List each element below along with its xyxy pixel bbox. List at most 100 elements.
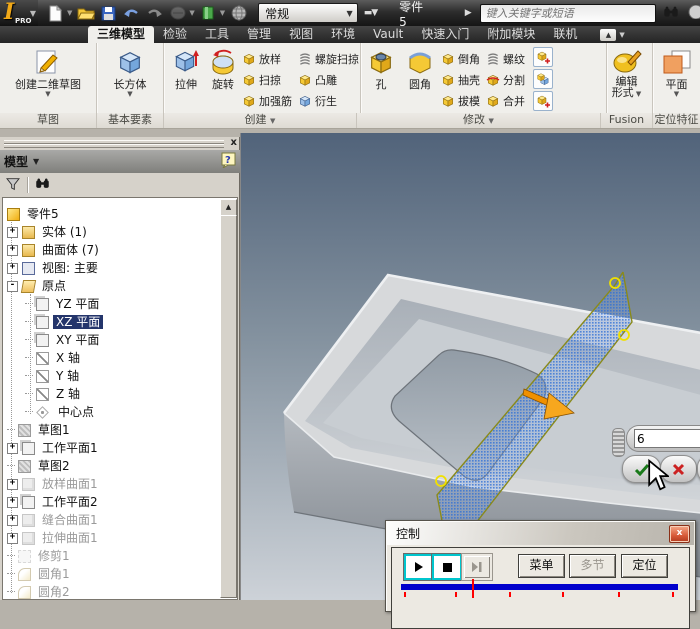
tab-环境[interactable]: 环境 — [322, 26, 364, 43]
split-button[interactable]: 分割 — [486, 69, 525, 90]
scroll-thumb[interactable] — [220, 215, 237, 598]
tree-item-修剪1[interactable]: 修剪1 — [3, 547, 237, 565]
expand-icon[interactable]: + — [7, 443, 18, 454]
tab-视图[interactable]: 视图 — [280, 26, 322, 43]
hole-button[interactable]: 孔 — [363, 43, 399, 113]
tree-item-草图1[interactable]: 草图1 — [3, 421, 237, 439]
tree-item-实体 (1)[interactable]: + 实体 (1) — [3, 223, 237, 241]
panel-label-modify[interactable]: 修改 ▼ — [357, 113, 601, 128]
tree-item-label[interactable]: 实体 (1) — [39, 225, 90, 239]
search-input[interactable] — [480, 4, 656, 23]
tree-item-中心点[interactable]: 中心点 — [3, 403, 237, 421]
copy-object-button[interactable] — [533, 69, 553, 89]
box-primitive-button[interactable]: 长方体 ▼ — [97, 43, 163, 113]
control-dialog-close-button[interactable]: x — [669, 525, 690, 543]
tab-工具[interactable]: 工具 — [196, 26, 238, 43]
scroll-up-button[interactable]: ▲ — [220, 199, 237, 216]
tree-item-草图2[interactable]: 草图2 — [3, 457, 237, 475]
timeline-bar[interactable] — [401, 584, 678, 590]
tree-item-label[interactable]: Z 轴 — [53, 387, 83, 401]
tree-item-拉伸曲面1[interactable]: +拉伸曲面1 — [3, 529, 237, 547]
print-button[interactable] — [168, 4, 187, 23]
tab-管理[interactable]: 管理 — [238, 26, 280, 43]
tree-item-零件5[interactable]: 零件5 — [3, 205, 237, 223]
tree-item-label[interactable]: 草图1 — [35, 423, 73, 437]
control-dialog[interactable]: 控制 x 菜单 多节 定位 — [385, 520, 696, 612]
tree-item-label[interactable]: XY 平面 — [53, 333, 102, 347]
tree-item-缝合曲面1[interactable]: + 缝合曲面1 — [3, 511, 237, 529]
tab-快速入门[interactable]: 快速入门 — [412, 26, 478, 43]
panel-label-sketch[interactable]: 草图 — [0, 113, 97, 128]
expand-icon[interactable]: + — [7, 497, 18, 508]
multinode-button[interactable]: 多节 — [569, 554, 616, 578]
move-face-button[interactable] — [533, 91, 553, 111]
help-sphere-icon[interactable] — [686, 5, 700, 22]
tree-item-label[interactable]: XZ 平面 — [53, 315, 103, 329]
shell-button[interactable]: 抽壳 — [441, 69, 480, 90]
tab-Vault[interactable]: Vault — [364, 26, 412, 43]
material-sphere-icon[interactable] — [229, 4, 248, 23]
tree-item-label[interactable]: 零件5 — [24, 207, 62, 221]
new-document-button[interactable] — [46, 4, 65, 23]
appearance-combo[interactable]: 常规 ▼ — [258, 3, 358, 23]
coil-button[interactable]: 螺旋扫掠 — [298, 48, 359, 69]
expand-icon[interactable]: + — [7, 227, 18, 238]
expand-icon[interactable]: + — [7, 479, 18, 490]
play-button[interactable] — [404, 554, 434, 580]
offset-value-input[interactable] — [634, 429, 700, 448]
timeline-cursor[interactable] — [472, 579, 474, 598]
tree-item-label[interactable]: 修剪1 — [35, 549, 73, 563]
tree-item-label[interactable]: 原点 — [39, 279, 69, 293]
tree-item-label[interactable]: 中心点 — [55, 405, 97, 419]
tree-scrollbar[interactable]: ▲ — [220, 199, 236, 598]
redo-button[interactable] — [145, 4, 164, 23]
panel-label-create[interactable]: 创建 ▼ — [164, 113, 357, 128]
tree-item-原点[interactable]: -原点 — [3, 277, 237, 295]
tree-item-Z 轴[interactable]: Z 轴 — [3, 385, 237, 403]
search-button[interactable] — [662, 4, 680, 23]
tree-item-label[interactable]: 缝合曲面1 — [39, 513, 101, 527]
tree-item-工作平面2[interactable]: + 工作平面2 — [3, 493, 237, 511]
move-body-button[interactable] — [533, 47, 553, 67]
tree-item-label[interactable]: 工作平面1 — [39, 441, 101, 455]
chamfer-button[interactable]: 倒角 — [441, 48, 480, 69]
stop-button[interactable] — [432, 554, 462, 580]
expand-icon[interactable]: + — [7, 245, 18, 256]
tree-item-label[interactable]: 放样曲面1 — [39, 477, 101, 491]
return-button[interactable] — [199, 4, 218, 23]
tree-item-XZ 平面[interactable]: XZ 平面 — [3, 313, 237, 331]
revolve-button[interactable]: 旋转 — [204, 43, 242, 113]
tree-item-圆角2[interactable]: 圆角2 — [3, 583, 237, 600]
undo-button[interactable] — [122, 4, 141, 23]
control-dialog-titlebar[interactable]: 控制 — [387, 522, 694, 545]
filter-button[interactable] — [5, 176, 21, 195]
print-dropdown[interactable]: ▼ — [189, 9, 194, 17]
browser-header[interactable]: 模型 ▼ ? — [0, 150, 240, 173]
browser-close-icon[interactable]: x — [231, 137, 237, 148]
expand-icon[interactable]: + — [7, 515, 18, 526]
sweep-button[interactable]: 扫掠 — [242, 69, 292, 90]
save-button[interactable] — [99, 4, 118, 23]
panel-label-primitives[interactable]: 基本要素 — [97, 113, 164, 128]
rib-button[interactable]: 加强筋 — [242, 90, 292, 111]
fillet-button[interactable]: 圆角 — [399, 43, 441, 113]
tab-附加模块[interactable]: 附加模块 — [478, 26, 544, 43]
tree-item-放样曲面1[interactable]: + 放样曲面1 — [3, 475, 237, 493]
draft-button[interactable]: 拔模 — [441, 90, 480, 111]
new-document-dropdown[interactable]: ▼ — [67, 9, 72, 17]
plane-button[interactable]: 平面 ▼ — [653, 43, 700, 113]
panel-label-fusion[interactable]: Fusion — [601, 113, 653, 128]
tree-item-X 轴[interactable]: X 轴 — [3, 349, 237, 367]
mini-toolbar-grip[interactable] — [612, 428, 625, 457]
tree-item-XY 平面[interactable]: XY 平面 — [3, 331, 237, 349]
browser-help-button[interactable]: ? — [221, 152, 236, 171]
tree-item-label[interactable]: 圆角2 — [35, 585, 73, 599]
thread-button[interactable]: 螺纹 — [486, 48, 525, 69]
menu-button[interactable]: 菜单 — [518, 554, 565, 578]
tree-item-圆角1[interactable]: 圆角1 — [3, 565, 237, 583]
tree-item-视图: 主要[interactable]: +视图: 主要 — [3, 259, 237, 277]
extrude-button[interactable]: 拉伸 — [168, 43, 204, 113]
tree-item-Y 轴[interactable]: Y 轴 — [3, 367, 237, 385]
tree-item-label[interactable]: 工作平面2 — [39, 495, 101, 509]
appearance-dropdown-button[interactable]: ▬▼ — [364, 8, 377, 18]
